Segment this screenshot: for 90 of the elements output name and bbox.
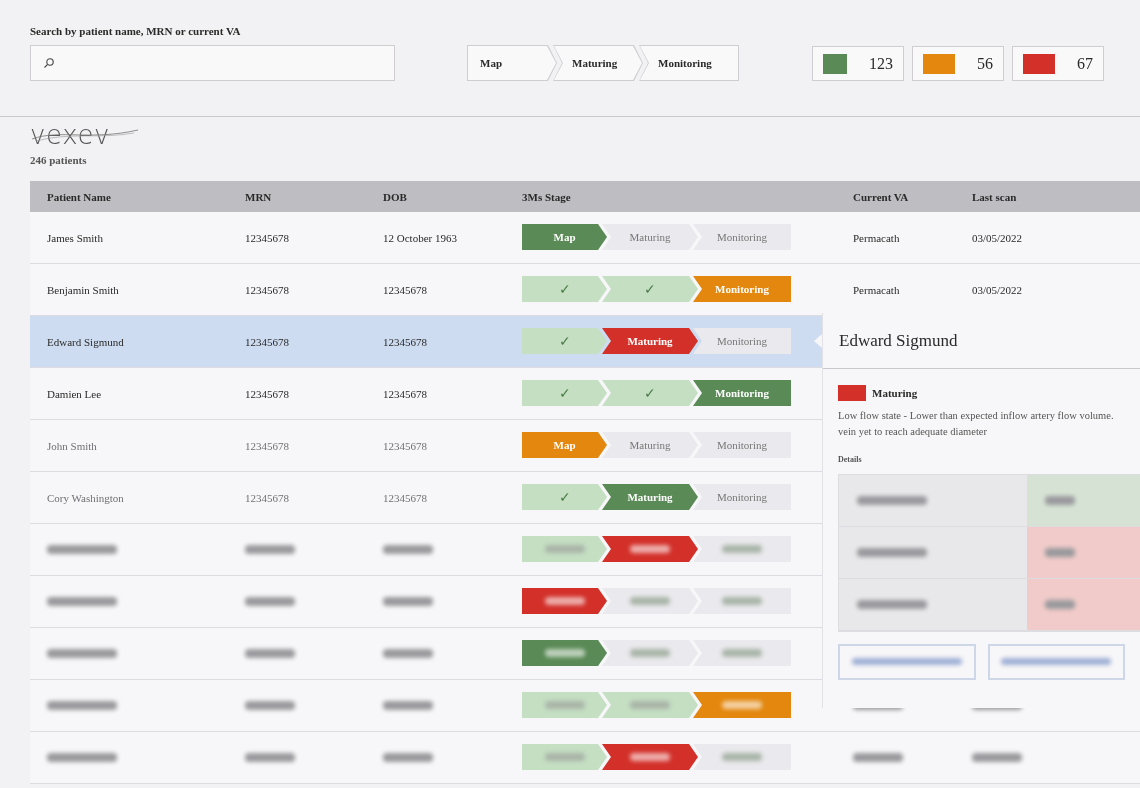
completed-stage: ✓ <box>522 380 607 406</box>
blurred-text <box>1045 547 1075 557</box>
table-cell: Damien Lee <box>47 388 102 400</box>
table-cell: Edward Sigmund <box>47 336 124 348</box>
stage-step: Maturing <box>602 484 698 510</box>
search-field[interactable] <box>30 45 395 81</box>
table-row[interactable]: Benjamin Smith 12345678 12345678 ✓ ✓ Monitoring Permacath 03/05/2022 <box>30 263 1140 316</box>
column-header: MRN <box>245 191 272 203</box>
table-cell: Benjamin Smith <box>47 284 119 296</box>
status-count: 123 <box>869 53 893 74</box>
blurred-text <box>857 495 927 505</box>
stage-step: Maturing <box>602 224 698 250</box>
completed-stage: ✓ <box>602 276 698 302</box>
status-count: 56 <box>977 53 993 74</box>
table-cell: Permacath <box>853 284 900 296</box>
table-row[interactable] <box>30 731 1140 784</box>
table-cell: Cory Washington <box>47 492 124 504</box>
panel-title: Edward Sigmund <box>839 329 958 352</box>
blurred-text <box>383 544 433 554</box>
blurred-text <box>857 547 927 557</box>
column-header: Last scan <box>972 191 1017 203</box>
stage-step: Monitoring <box>693 276 791 302</box>
blurred-text <box>383 648 433 658</box>
blurred-text <box>245 596 295 606</box>
blurred-text <box>47 648 117 658</box>
blurred-text <box>383 596 433 606</box>
table-cell: 12345678 <box>245 284 289 296</box>
table-cell: 12345678 <box>383 284 427 296</box>
search-label: Search by patient name, MRN or current VA <box>30 23 242 39</box>
stage-step: Monitoring <box>693 328 791 354</box>
patient-count: 246 patients <box>30 153 88 168</box>
status-count-button[interactable]: 123 <box>812 46 904 81</box>
table-cell: 12345678 <box>245 232 289 244</box>
stage-step: Map <box>522 224 607 250</box>
blurred-text <box>1045 599 1075 609</box>
stage-step: Maturing <box>602 328 698 354</box>
table-cell: James Smith <box>47 232 103 244</box>
blurred-text <box>47 700 117 710</box>
blurred-text <box>972 752 1022 762</box>
blurred-text <box>383 700 433 710</box>
stage-filter-button[interactable]: Map <box>467 45 557 81</box>
blurred-text <box>383 752 433 762</box>
table-cell: 12345678 <box>383 440 427 452</box>
column-header: Patient Name <box>47 191 111 203</box>
stage-step: Map <box>522 432 607 458</box>
completed-stage: ✓ <box>602 380 698 406</box>
column-header: 3Ms Stage <box>522 191 571 203</box>
blurred-text <box>853 752 903 762</box>
logo: vexev <box>30 121 140 149</box>
status-count: 67 <box>1077 53 1093 74</box>
status-description: vein yet to reach adequate diameter <box>838 424 987 439</box>
table-cell: Permacath <box>853 232 900 244</box>
table-cell: 12345678 <box>383 336 427 348</box>
blurred-text <box>47 596 117 606</box>
blurred-text <box>47 752 117 762</box>
table-cell: 03/05/2022 <box>972 284 1023 296</box>
blurred-text <box>245 544 295 554</box>
stage-step: Monitoring <box>693 224 791 250</box>
table-cell: 12345678 <box>245 492 289 504</box>
column-header: Current VA <box>853 191 909 203</box>
stage-step: Maturing <box>602 432 698 458</box>
column-header: DOB <box>383 191 407 203</box>
table-cell: 12345678 <box>245 388 289 400</box>
stage-filter-button[interactable]: Monitoring <box>639 45 739 81</box>
stage-step: Monitoring <box>693 380 791 406</box>
table-cell: 12345678 <box>245 440 289 452</box>
stage-step: Monitoring <box>693 484 791 510</box>
table-cell: 12345678 <box>383 492 427 504</box>
status-count-button[interactable]: 67 <box>1012 46 1104 81</box>
table-cell: John Smith <box>47 440 97 452</box>
table-cell: 03/05/2022 <box>972 232 1023 244</box>
blurred-text <box>245 700 295 710</box>
blurred-text <box>245 752 295 762</box>
table-row[interactable]: James Smith 12345678 12 October 1963 Map Maturing Monitoring Permacath 03/05/2022 <box>30 211 1140 264</box>
stage-filter-button[interactable]: Maturing <box>553 45 643 81</box>
blurred-text <box>245 648 295 658</box>
blurred-text <box>47 544 117 554</box>
status-label: Maturing <box>872 386 918 401</box>
table-cell: 12345678 <box>383 388 427 400</box>
blurred-text <box>857 599 927 609</box>
blurred-text <box>1045 495 1075 505</box>
details-label: Details <box>838 453 863 466</box>
completed-stage: ✓ <box>522 328 607 354</box>
completed-stage: ✓ <box>522 484 607 510</box>
search-icon <box>43 57 55 69</box>
table-cell: 12345678 <box>245 336 289 348</box>
status-count-button[interactable]: 56 <box>912 46 1004 81</box>
stage-step: Monitoring <box>693 432 791 458</box>
table-cell: 12 October 1963 <box>383 232 457 244</box>
completed-stage: ✓ <box>522 276 607 302</box>
